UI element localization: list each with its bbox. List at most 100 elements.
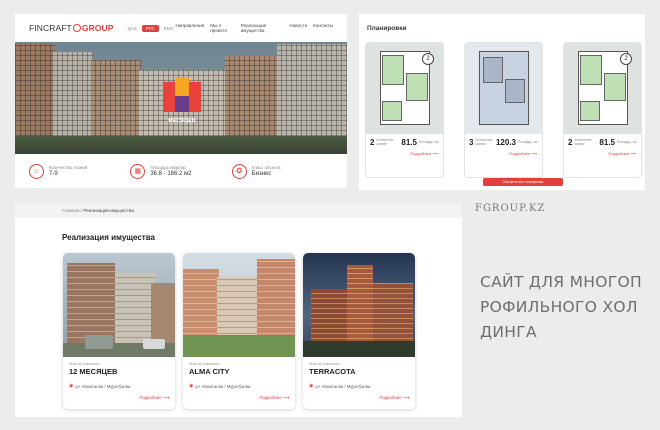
plan-info: 2 Количество комнат 81.5 Площадь, м2 bbox=[366, 134, 443, 147]
stat-area: ▦ Площадь квартир 36.8 - 186.2 м2 bbox=[130, 163, 231, 179]
plan-rooms-label: Количество комнат bbox=[475, 137, 493, 146]
building-image bbox=[91, 60, 141, 140]
plan-info: 2 Количество комнат 81.5 Площадь, м2 bbox=[564, 134, 641, 147]
breadcrumb-separator: / bbox=[80, 208, 83, 213]
card-address: ◉ ул. Макатаева / Муратбаева bbox=[309, 383, 409, 389]
card-more-link[interactable]: Подробнее ⟶ bbox=[309, 395, 409, 401]
property-card[interactable]: Жилой комплекс ALMA CITY ◉ ул. Макатаева … bbox=[183, 253, 295, 409]
plan-rooms: 2 bbox=[568, 138, 573, 147]
arrow-right-icon: ⟶ bbox=[402, 395, 409, 400]
property-image bbox=[303, 253, 415, 357]
building-image bbox=[53, 52, 93, 140]
arrow-right-icon: ⟶ bbox=[630, 151, 636, 156]
stairs-icon: ⌂ bbox=[29, 163, 44, 179]
logo-text-left: FINCRAFT bbox=[29, 23, 72, 33]
plan-area: 81.5 bbox=[401, 138, 417, 147]
main-menu: Направления Мы о проекте Реализация имущ… bbox=[176, 23, 333, 33]
stat-label: Количество этажей bbox=[49, 165, 88, 170]
plan-area-label: Площадь, м2 bbox=[419, 139, 439, 144]
site-url: FGROUP.KZ bbox=[475, 203, 546, 214]
card-address-text: ул. Макатаева / Муратбаева bbox=[75, 383, 131, 389]
breadcrumb-current: Реализация имущества bbox=[83, 208, 134, 213]
rooms-circle: 2 bbox=[620, 53, 632, 65]
arrow-right-icon: ⟶ bbox=[162, 395, 169, 400]
property-image bbox=[63, 253, 175, 357]
landing-preview: FINCRAFT GROUP QAZ РУС ENG Направления М… bbox=[15, 14, 347, 188]
plan-area-label: Площадь, м2 bbox=[518, 139, 538, 144]
plan-more-link[interactable]: Подробнее ⟶ bbox=[564, 147, 641, 156]
stat-value: 7-9 bbox=[49, 171, 58, 177]
logo-text-right: GROUP bbox=[81, 23, 114, 33]
plan-rooms-label: Количество комнат bbox=[574, 137, 592, 146]
breadcrumb-home[interactable]: Главная bbox=[62, 208, 79, 213]
card-address: ◉ ул. Макатаева / Муратбаева bbox=[69, 383, 169, 389]
page-title: Реализация имущества bbox=[62, 233, 155, 242]
card-name: ALMA CITY bbox=[189, 367, 230, 376]
language-switcher: QAZ РУС ENG bbox=[126, 24, 176, 32]
logo-ring-icon bbox=[72, 24, 81, 32]
property-card[interactable]: Жилой комплекс TERRACOTA ◉ ул. Макатаева … bbox=[303, 253, 415, 409]
layouts-preview: Планировки 2 2 Количество комнат 81.5 Пл… bbox=[359, 14, 645, 190]
plan-rooms: 2 bbox=[370, 138, 375, 147]
stat-class: ✪ Класс объекта Бизнес bbox=[231, 163, 333, 179]
plan-more-link[interactable]: Подробнее ⟶ bbox=[366, 147, 443, 156]
lang-eng[interactable]: ENG bbox=[162, 25, 176, 32]
stat-label: Площадь квартир bbox=[150, 165, 186, 170]
area-icon: ▦ bbox=[130, 163, 146, 179]
plan-area-label: Площадь, м2 bbox=[617, 139, 637, 144]
building-image bbox=[277, 44, 347, 140]
plan-more-label: Подробнее bbox=[509, 151, 531, 156]
card-name: 12 МЕСЯЦЕВ bbox=[69, 367, 118, 376]
arrow-right-icon: ⟶ bbox=[282, 395, 289, 400]
project-badge-text: МЕСЯЦЕВ bbox=[168, 118, 196, 124]
card-address-text: ул. Макатаева / Муратбаева bbox=[315, 383, 371, 389]
floor-plan-image bbox=[465, 43, 542, 134]
menu-item-news[interactable]: Новости bbox=[289, 23, 307, 33]
menu-item-sales[interactable]: Реализация имущества bbox=[241, 23, 284, 33]
floor-plan-image: 2 bbox=[564, 43, 641, 134]
project-logo-icon bbox=[163, 78, 201, 116]
card-more-label: Подробнее bbox=[259, 395, 282, 400]
plan-area: 81.5 bbox=[599, 138, 615, 147]
location-pin-icon: ◉ bbox=[69, 383, 74, 389]
all-layouts-button[interactable]: Смотреть все планировки bbox=[483, 178, 563, 186]
floor-plan-image: 2 bbox=[366, 43, 443, 134]
listing-preview: Главная / Реализация имущества Реализаци… bbox=[15, 203, 462, 417]
hero-image: МЕСЯЦЕВ bbox=[15, 42, 347, 154]
card-type: Жилой комплекс bbox=[309, 361, 341, 366]
stat-label: Класс объекта bbox=[251, 165, 281, 170]
location-pin-icon: ◉ bbox=[189, 383, 194, 389]
project-caption: САЙТ ДЛЯ МНОГОПРОФИЛЬНОГО ХОЛДИНГА bbox=[480, 273, 642, 341]
card-type: Жилой комплекс bbox=[189, 361, 221, 366]
logo[interactable]: FINCRAFT GROUP bbox=[29, 23, 114, 33]
lang-rus[interactable]: РУС bbox=[141, 24, 159, 32]
property-card[interactable]: Жилой комплекс 12 МЕСЯЦЕВ ◉ ул. Макатаева… bbox=[63, 253, 175, 409]
medal-icon: ✪ bbox=[231, 163, 247, 179]
card-address: ◉ ул. Макатаева / Муратбаева bbox=[189, 383, 289, 389]
plan-more-label: Подробнее bbox=[410, 151, 432, 156]
plan-card[interactable]: 3 Количество комнат 120.3 Площадь, м2 По… bbox=[464, 42, 543, 178]
card-more-link[interactable]: Подробнее ⟶ bbox=[189, 395, 289, 401]
property-image bbox=[183, 253, 295, 357]
plan-card[interactable]: 2 2 Количество комнат 81.5 Площадь, м2 П… bbox=[563, 42, 642, 178]
card-more-label: Подробнее bbox=[139, 395, 162, 400]
plan-info: 3 Количество комнат 120.3 Площадь, м2 bbox=[465, 134, 542, 147]
card-address-text: ул. Макатаева / Муратбаева bbox=[195, 383, 251, 389]
lang-qaz[interactable]: QAZ bbox=[126, 25, 139, 32]
building-image bbox=[225, 56, 279, 140]
plan-rooms: 3 bbox=[469, 138, 474, 147]
breadcrumb: Главная / Реализация имущества bbox=[15, 203, 462, 218]
section-title: Планировки bbox=[367, 25, 407, 32]
plan-more-link[interactable]: Подробнее ⟶ bbox=[465, 147, 542, 156]
card-more-link[interactable]: Подробнее ⟶ bbox=[69, 395, 169, 401]
top-nav: FINCRAFT GROUP QAZ РУС ENG Направления М… bbox=[15, 14, 347, 42]
stats-bar: ⌂ Количество этажей 7-9 ▦ Площадь квартир… bbox=[15, 154, 347, 188]
menu-item-contacts[interactable]: Контакты bbox=[313, 23, 333, 33]
menu-item-directions[interactable]: Направления bbox=[176, 23, 205, 33]
plan-card[interactable]: 2 2 Количество комнат 81.5 Площадь, м2 П… bbox=[365, 42, 444, 178]
stat-value: Бизнес bbox=[251, 171, 272, 177]
menu-item-about[interactable]: Мы о проекте bbox=[210, 23, 235, 33]
card-type: Жилой комплекс bbox=[69, 361, 101, 366]
building-image bbox=[15, 44, 55, 140]
plan-more-label: Подробнее bbox=[608, 151, 630, 156]
